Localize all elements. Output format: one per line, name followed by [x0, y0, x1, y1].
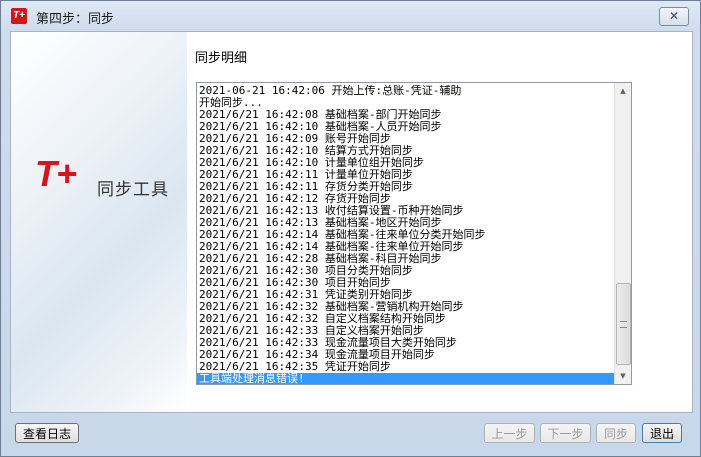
log-line[interactable]: 2021/6/21 16:42:14 基础档案-往来单位开始同步: [197, 241, 615, 253]
app-logo-icon: T+: [11, 8, 27, 24]
log-line[interactable]: 2021/6/21 16:42:33 现金流量项目大类开始同步: [197, 337, 615, 349]
log-line[interactable]: 2021/6/21 16:42:12 存货开始同步: [197, 193, 615, 205]
log-line[interactable]: 2021/6/21 16:42:13 基础档案-地区开始同步: [197, 217, 615, 229]
log-line[interactable]: 2021/6/21 16:42:32 基础档案-营销机构开始同步: [197, 301, 615, 313]
log-line[interactable]: 2021/6/21 16:42:08 基础档案-部门开始同步: [197, 109, 615, 121]
log-lines: 2021-06-21 16:42:06 开始上传:总账-凭证-辅助 开始同步...…: [197, 85, 615, 384]
window-title: 第四步：同步: [36, 12, 115, 27]
scroll-thumb[interactable]: [616, 283, 631, 365]
log-line[interactable]: 2021/6/21 16:42:10 计量单位组开始同步: [197, 157, 615, 169]
log-line[interactable]: 2021/6/21 16:42:10 结算方式开始同步: [197, 145, 615, 157]
log-line[interactable]: 2021/6/21 16:42:13 收付结算设置-币种开始同步: [197, 205, 615, 217]
log-line[interactable]: 2021/6/21 16:42:11 计量单位开始同步: [197, 169, 615, 181]
view-log-button[interactable]: 查看日志: [15, 423, 79, 443]
button-bar: 查看日志 上一步 下一步 同步 退出: [1, 411, 700, 456]
brand-logo-icon: T+: [35, 153, 77, 194]
log-line[interactable]: 2021/6/21 16:42:14 基础档案-往来单位分类开始同步: [197, 229, 615, 241]
previous-step-button[interactable]: 上一步: [484, 423, 535, 443]
log-line[interactable]: 2021-06-21 16:42:06 开始上传:总账-凭证-辅助: [197, 85, 615, 97]
log-line[interactable]: 开始同步...: [197, 97, 615, 109]
log-line[interactable]: 2021/6/21 16:42:10 基础档案-人员开始同步: [197, 121, 615, 133]
brand-name: 同步工具: [97, 180, 169, 200]
log-line[interactable]: 2021/6/21 16:42:28 基础档案-科目开始同步: [197, 253, 615, 265]
log-line[interactable]: 工具端处理消息错误!: [197, 373, 615, 384]
brand-panel: T+ 同步工具: [11, 32, 187, 412]
sync-dialog-window: T+ 第四步：同步 ✕ T+ 同步工具 同步明细 2021-06-21 16:4…: [0, 0, 701, 457]
log-line[interactable]: 2021/6/21 16:42:33 自定义档案开始同步: [197, 325, 615, 337]
scroll-up-arrow-icon[interactable]: ▲: [615, 83, 631, 99]
title-bar[interactable]: T+ 第四步：同步 ✕: [1, 1, 700, 31]
sync-button[interactable]: 同步: [596, 423, 636, 443]
log-line[interactable]: 2021/6/21 16:42:32 自定义档案结构开始同步: [197, 313, 615, 325]
next-step-button[interactable]: 下一步: [540, 423, 591, 443]
close-button[interactable]: ✕: [659, 7, 689, 26]
log-line[interactable]: 2021/6/21 16:42:34 现金流量项目开始同步: [197, 349, 615, 361]
log-line[interactable]: 2021/6/21 16:42:31 凭证类别开始同步: [197, 289, 615, 301]
sync-log-list[interactable]: 2021-06-21 16:42:06 开始上传:总账-凭证-辅助 开始同步...…: [196, 82, 632, 385]
dialog-content: T+ 同步工具 同步明细 2021-06-21 16:42:06 开始上传:总账…: [10, 31, 693, 413]
vertical-scrollbar[interactable]: ▲ ▼: [614, 83, 631, 384]
scroll-down-arrow-icon[interactable]: ▼: [615, 368, 631, 384]
log-line[interactable]: 2021/6/21 16:42:30 项目分类开始同步: [197, 265, 615, 277]
log-line[interactable]: 2021/6/21 16:42:35 凭证开始同步: [197, 361, 615, 373]
section-title: 同步明细: [195, 51, 248, 66]
log-line[interactable]: 2021/6/21 16:42:30 项目开始同步: [197, 277, 615, 289]
log-line[interactable]: 2021/6/21 16:42:11 存货分类开始同步: [197, 181, 615, 193]
log-line[interactable]: 2021/6/21 16:42:09 账号开始同步: [197, 133, 615, 145]
exit-button[interactable]: 退出: [642, 423, 682, 443]
scroll-grip-icon: [620, 321, 627, 328]
